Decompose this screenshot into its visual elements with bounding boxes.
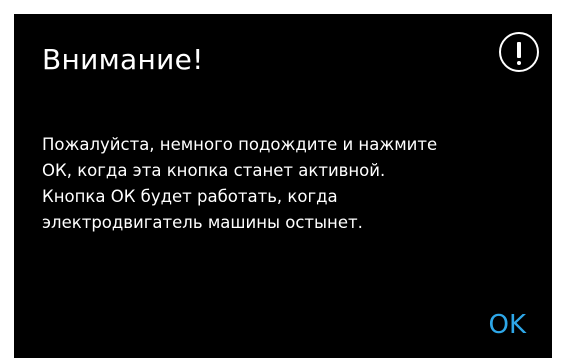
warning-dialog: Внимание! Пожалуйста, немного подождите … — [14, 14, 552, 358]
message-line: ОК, когда эта кнопка станет активной. — [42, 161, 386, 180]
ok-button[interactable]: OK — [484, 310, 530, 340]
exclamation-bar — [517, 42, 521, 58]
dialog-message: Пожалуйста, немного подождите и нажмите … — [42, 132, 542, 236]
message-line: Кнопка ОК будет работать, когда — [42, 187, 338, 206]
message-line: Пожалуйста, немного подождите и нажмите — [42, 135, 438, 154]
dialog-title: Внимание! — [42, 43, 204, 76]
exclamation-circle-icon — [499, 32, 539, 72]
exclamation-dot — [517, 61, 521, 65]
message-line: электродвигатель машины остынет. — [42, 213, 363, 232]
